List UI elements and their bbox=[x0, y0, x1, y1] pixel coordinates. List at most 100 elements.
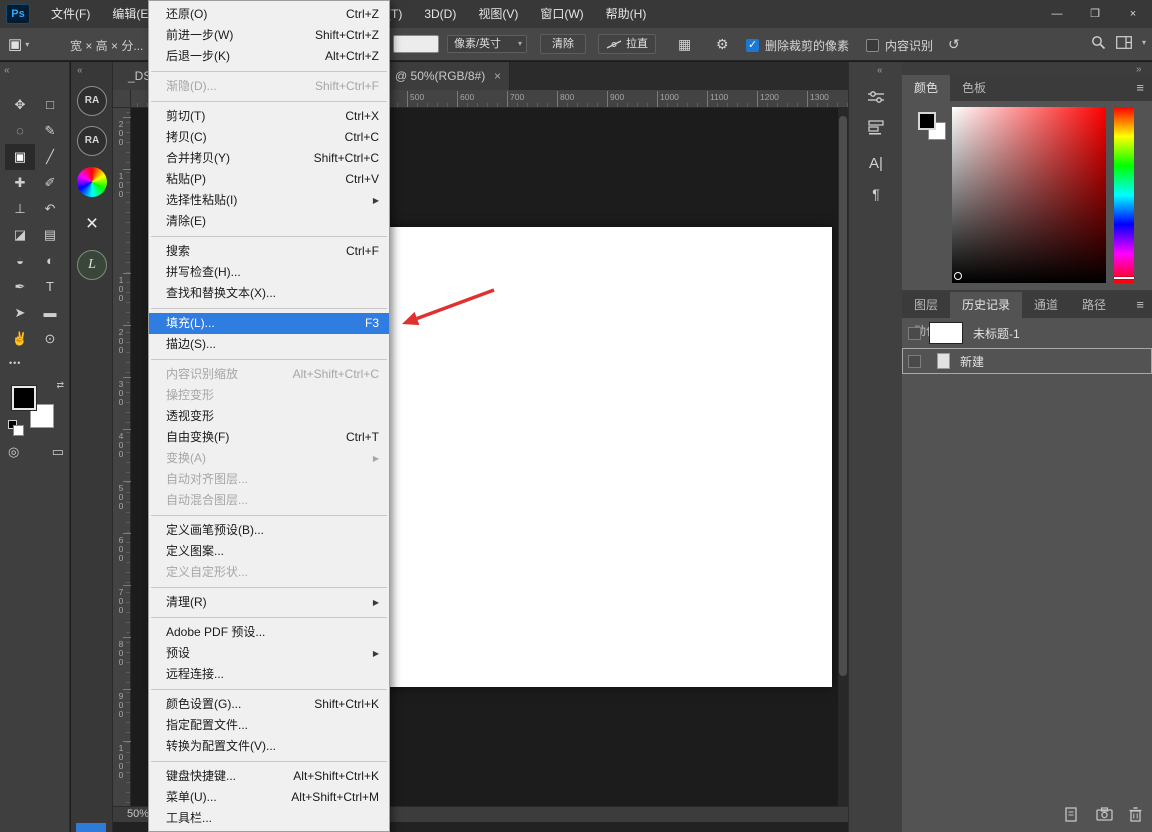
quick-mask-icon[interactable]: ◎ bbox=[8, 444, 19, 460]
lasso-tool[interactable]: ◌ bbox=[5, 118, 35, 144]
edit-menu-item[interactable]: 工具栏... bbox=[149, 808, 389, 829]
dodge-tool[interactable]: ◐ bbox=[35, 248, 65, 274]
panel-tab[interactable]: 色板 bbox=[950, 75, 998, 101]
edit-menu-item[interactable]: 还原(O)Ctrl+Z bbox=[149, 4, 389, 25]
clone-stamp-tool[interactable]: ⊥ bbox=[5, 196, 35, 222]
character-panel-icon[interactable]: A| bbox=[849, 155, 903, 172]
crop-ratio-select[interactable]: 宽 × 高 × 分... bbox=[70, 37, 148, 54]
screen-mode-icon[interactable]: ▭ bbox=[52, 444, 64, 460]
content-aware-option[interactable]: 内容识别 bbox=[866, 37, 933, 54]
menubar-item[interactable]: 视图(V) bbox=[467, 0, 529, 28]
color-panel-swatches[interactable] bbox=[918, 112, 948, 142]
content-aware-checkbox[interactable] bbox=[866, 39, 879, 52]
edit-menu-item[interactable]: 定义图案... bbox=[149, 541, 389, 562]
edit-menu-item[interactable]: 清理(R)▶ bbox=[149, 592, 389, 613]
default-colors-icon[interactable] bbox=[8, 420, 17, 429]
ra-badge-1[interactable]: RA bbox=[77, 86, 107, 116]
edit-menu-item[interactable]: 转换为配置文件(V)... bbox=[149, 736, 389, 757]
close-button[interactable]: × bbox=[1114, 0, 1152, 28]
unit-select[interactable]: 像素/英寸▾ bbox=[447, 35, 527, 53]
edit-menu-item[interactable]: 透视变形 bbox=[149, 406, 389, 427]
blur-tool[interactable]: ◒ bbox=[5, 248, 35, 274]
edit-menu-item[interactable]: 预设▶ bbox=[149, 643, 389, 664]
history-brush-source-box[interactable] bbox=[908, 355, 921, 368]
adjustments-icon[interactable] bbox=[849, 90, 903, 109]
reset-tool-icon[interactable]: ↺ bbox=[948, 36, 960, 53]
menubar-item[interactable]: 帮助(H) bbox=[595, 0, 658, 28]
delete-cropped-option[interactable]: 删除裁剪的像素 bbox=[746, 37, 849, 54]
edit-menu-item[interactable]: 定义画笔预设(B)... bbox=[149, 520, 389, 541]
workspace-switcher-icon[interactable] bbox=[1116, 36, 1132, 49]
history-brush-source-box[interactable] bbox=[908, 327, 921, 340]
history-entry[interactable]: 新建 bbox=[902, 348, 1152, 374]
libraries-icon[interactable] bbox=[849, 120, 903, 140]
edit-menu-item[interactable]: 粘贴(P)Ctrl+V bbox=[149, 169, 389, 190]
move-tool[interactable]: ✥ bbox=[5, 92, 35, 118]
new-document-from-state-icon[interactable] bbox=[1064, 807, 1080, 822]
delete-cropped-checkbox[interactable] bbox=[746, 39, 759, 52]
hand-tool[interactable]: ✌ bbox=[5, 326, 35, 352]
vertical-scrollbar[interactable] bbox=[838, 108, 848, 806]
saturation-picker[interactable] bbox=[952, 107, 1106, 283]
panel-tab[interactable]: 图层 bbox=[902, 292, 950, 318]
edit-menu-item[interactable]: 键盘快捷键...Alt+Shift+Ctrl+K bbox=[149, 766, 389, 787]
foreground-mini-swatch[interactable] bbox=[918, 112, 936, 130]
delete-trash-icon[interactable] bbox=[1129, 807, 1142, 822]
menubar-item[interactable]: 文件(F) bbox=[40, 0, 101, 28]
edit-menu-item[interactable]: 清除(E) bbox=[149, 211, 389, 232]
resolution-input[interactable] bbox=[393, 35, 439, 53]
crop-settings-gear-icon[interactable]: ⚙ bbox=[716, 36, 729, 53]
panel-tab[interactable]: 路径 bbox=[1070, 292, 1118, 318]
edit-menu-item[interactable]: 填充(L)...F3 bbox=[149, 313, 389, 334]
edit-menu-item[interactable]: 菜单(U)...Alt+Shift+Ctrl+M bbox=[149, 787, 389, 808]
zoom-tool[interactable]: ⊙ bbox=[35, 326, 65, 352]
collapse-toolbar-icon[interactable]: « bbox=[4, 65, 9, 76]
l-badge[interactable]: L bbox=[77, 250, 107, 280]
panel-tab[interactable]: 颜色 bbox=[902, 75, 950, 101]
clear-button[interactable]: 清除 bbox=[540, 34, 586, 54]
ra-badge-2[interactable]: RA bbox=[77, 126, 107, 156]
menubar-item[interactable]: 3D(D) bbox=[413, 0, 467, 28]
path-selection-tool[interactable]: ➤ bbox=[5, 300, 35, 326]
shape-tool[interactable]: ▬ bbox=[35, 300, 65, 326]
history-entry[interactable]: 未标题-1 bbox=[902, 318, 1152, 348]
paragraph-panel-icon[interactable]: ¶ bbox=[849, 186, 903, 202]
edit-menu-item[interactable]: 远程连接... bbox=[149, 664, 389, 685]
minimize-button[interactable]: — bbox=[1038, 0, 1076, 28]
swap-colors-icon[interactable]: ⇄ bbox=[56, 380, 64, 391]
edit-menu-item[interactable]: 查找和替换文本(X)... bbox=[149, 283, 389, 304]
search-icon[interactable] bbox=[1091, 35, 1106, 50]
edit-menu-item[interactable]: 颜色设置(G)...Shift+Ctrl+K bbox=[149, 694, 389, 715]
restore-button[interactable]: ❐ bbox=[1076, 0, 1114, 28]
type-tool[interactable]: T bbox=[35, 274, 65, 300]
foreground-color-swatch[interactable] bbox=[12, 386, 36, 410]
brush-tool[interactable]: ✐ bbox=[35, 170, 65, 196]
healing-brush-tool[interactable]: ✚ bbox=[5, 170, 35, 196]
panel-menu-icon[interactable]: ≡ bbox=[1136, 292, 1144, 318]
edit-menu-item[interactable]: 选择性粘贴(I)▶ bbox=[149, 190, 389, 211]
eyedropper-tool[interactable]: ╱ bbox=[35, 144, 65, 170]
edit-menu-item[interactable]: 拼写检查(H)... bbox=[149, 262, 389, 283]
collapse-dock-icon[interactable]: » bbox=[1136, 64, 1141, 75]
crop-tool[interactable]: ▣ bbox=[5, 144, 35, 170]
expand-panels-icon[interactable]: « bbox=[877, 65, 882, 76]
edit-menu-item[interactable]: 拷贝(C)Ctrl+C bbox=[149, 127, 389, 148]
menubar-item[interactable]: 窗口(W) bbox=[529, 0, 594, 28]
panel-tab[interactable]: 历史记录 bbox=[950, 292, 1022, 318]
edit-menu-item[interactable]: 后退一步(K)Alt+Ctrl+Z bbox=[149, 46, 389, 67]
panel-tab[interactable]: 通道 bbox=[1022, 292, 1070, 318]
edit-menu-item[interactable]: 指定配置文件... bbox=[149, 715, 389, 736]
gradient-tool[interactable]: ▤ bbox=[35, 222, 65, 248]
history-brush-tool[interactable]: ↶ bbox=[35, 196, 65, 222]
zoom-level[interactable]: 50% bbox=[127, 808, 149, 820]
overlay-grid-icon[interactable]: ▦ bbox=[678, 36, 691, 53]
edit-toolbar-icon[interactable]: ••• bbox=[9, 358, 21, 368]
quick-selection-tool[interactable]: ✎ bbox=[35, 118, 65, 144]
straighten-button[interactable]: 拉直 bbox=[598, 34, 656, 54]
hue-slider[interactable] bbox=[1114, 107, 1134, 283]
edit-menu-item[interactable]: 前进一步(W)Shift+Ctrl+Z bbox=[149, 25, 389, 46]
current-tool-button[interactable]: ▣▾ bbox=[8, 35, 29, 53]
panel-menu-icon[interactable]: ≡ bbox=[1136, 75, 1144, 101]
edit-menu-item[interactable]: 剪切(T)Ctrl+X bbox=[149, 106, 389, 127]
close-tab-icon[interactable]: × bbox=[494, 62, 501, 90]
